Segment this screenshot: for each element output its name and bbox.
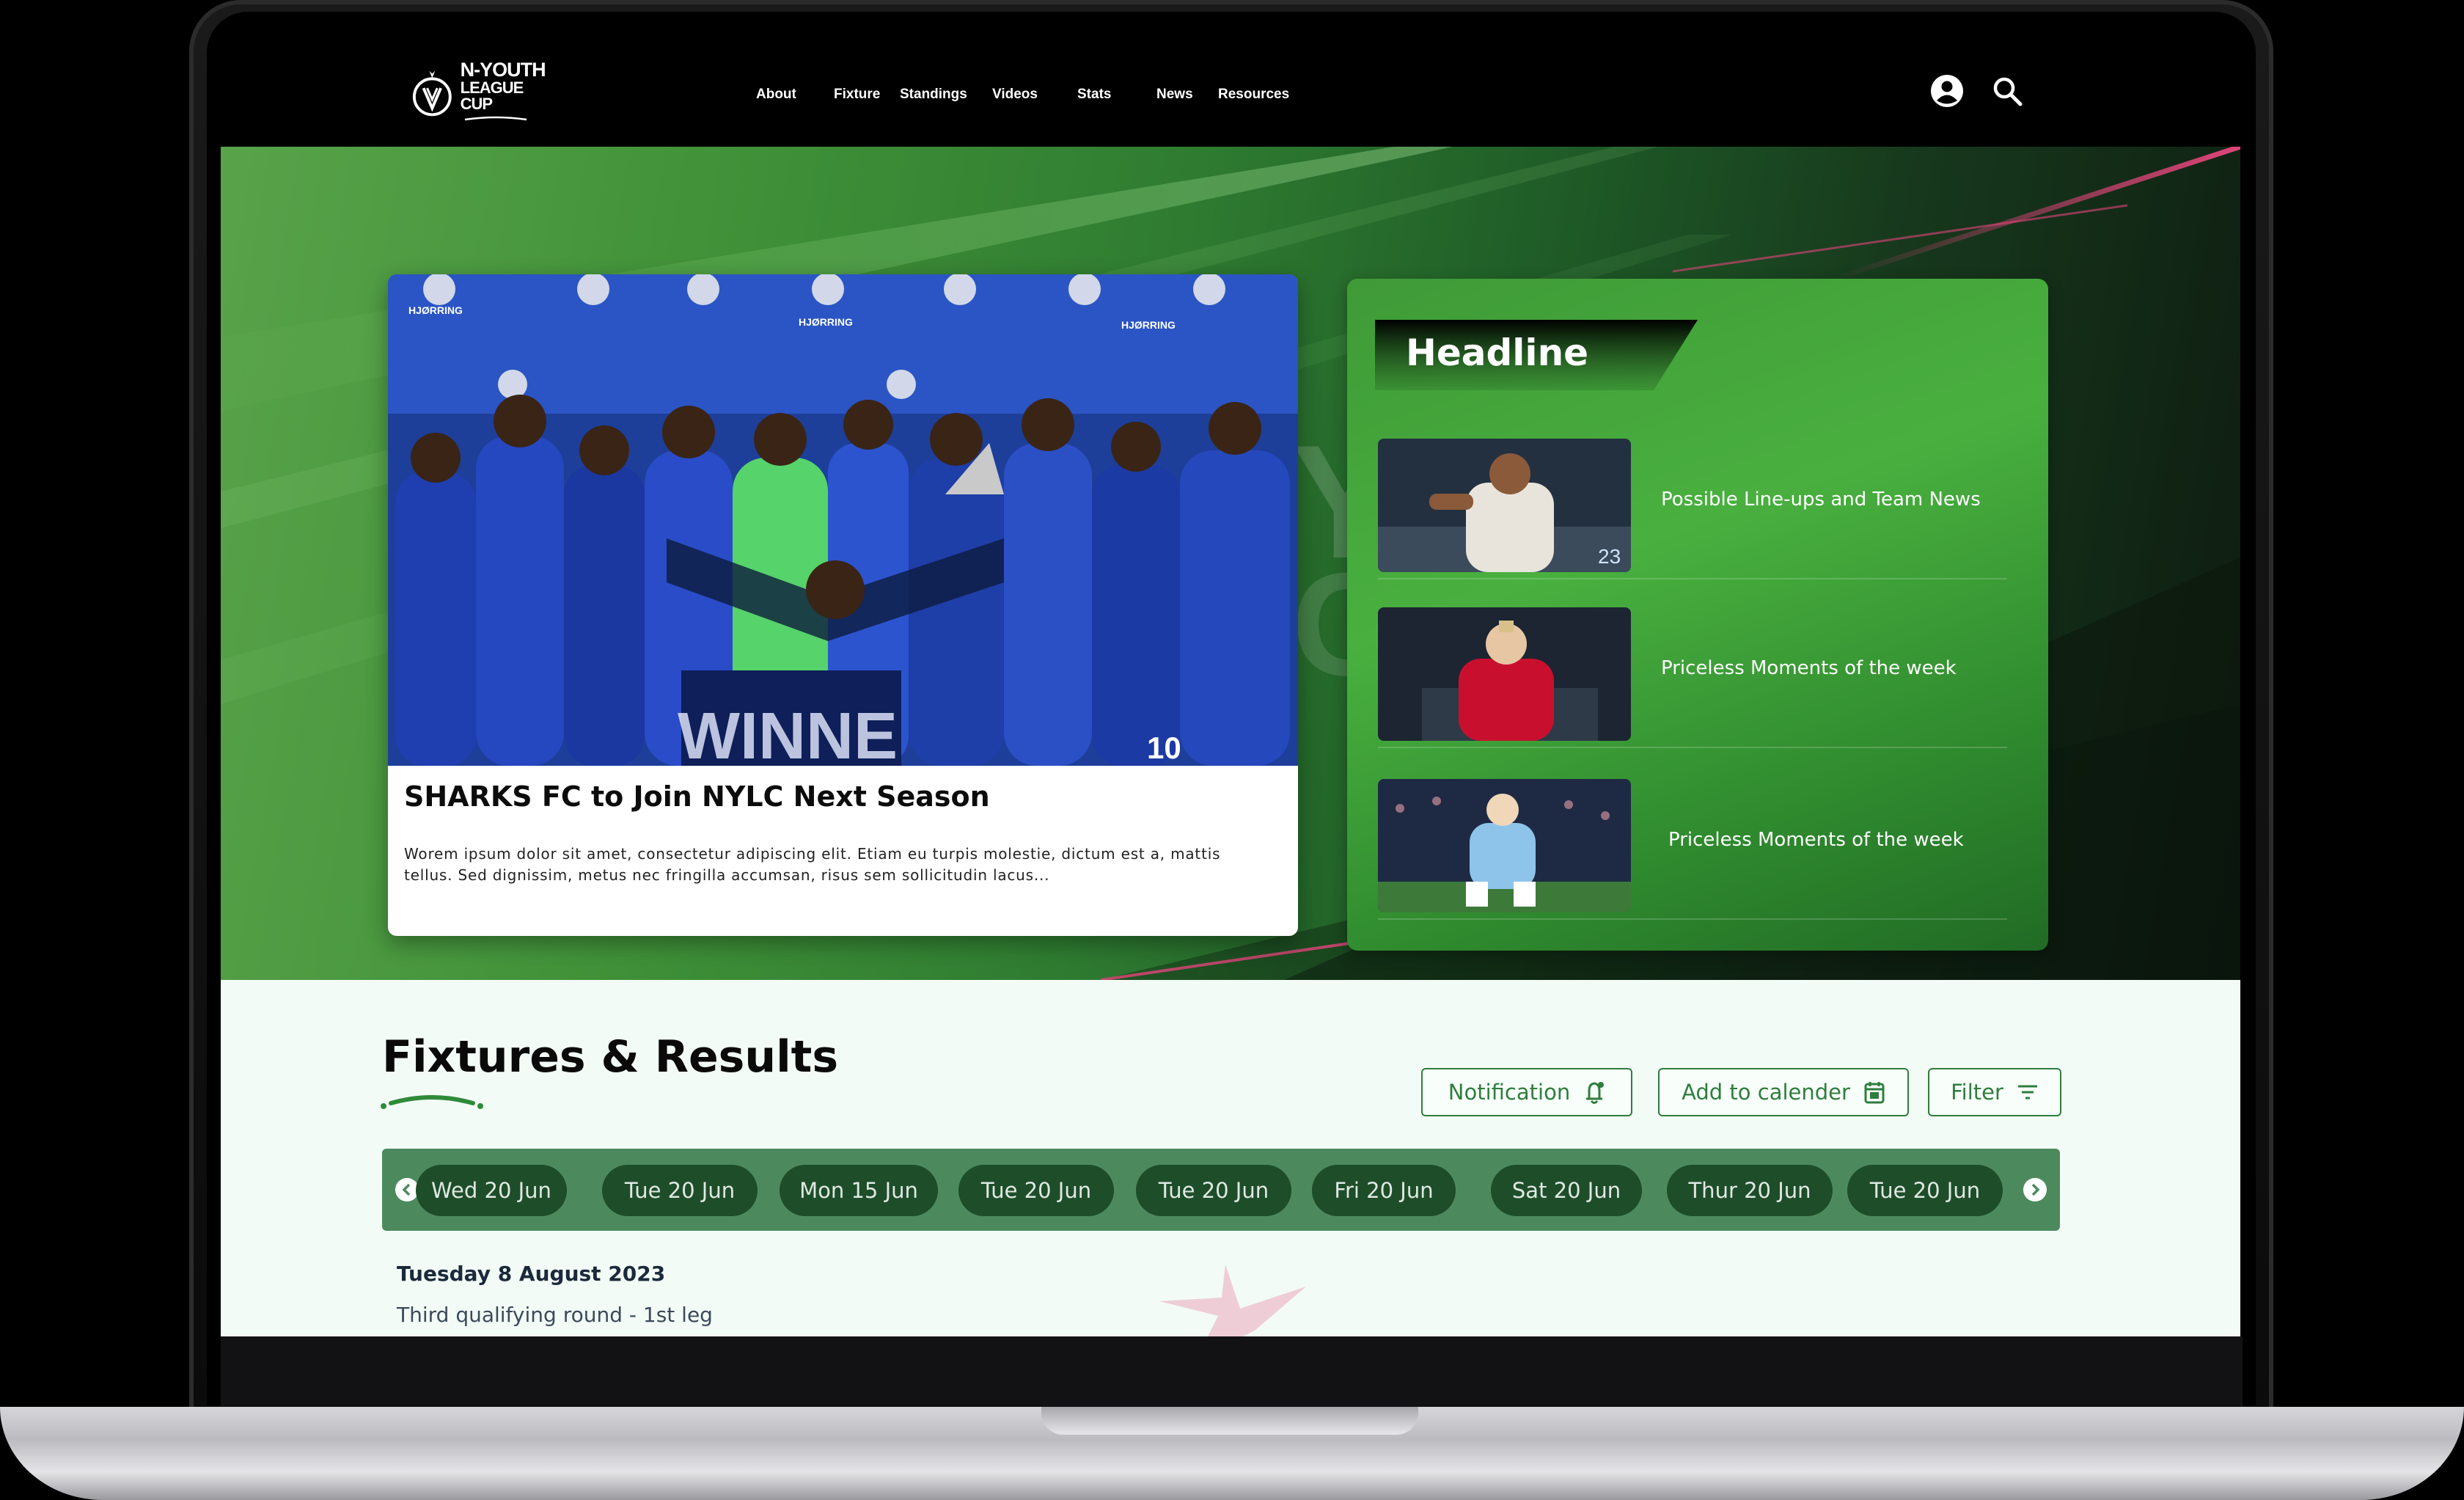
svg-text:WINNE: WINNE: [678, 700, 898, 766]
nav-stats[interactable]: Stats: [1077, 87, 1111, 103]
headline-item-title[interactable]: Possible Line-ups and Team News: [1661, 489, 1981, 511]
headline-item-title[interactable]: Priceless Moments of the week: [1661, 657, 1957, 679]
featured-news-title[interactable]: SHARKS FC to Join NYLC Next Season: [404, 780, 990, 813]
filter-button-label: Filter: [1951, 1080, 2003, 1105]
nav-about[interactable]: About: [756, 87, 796, 103]
date-tab[interactable]: Tue 20 Jun: [1136, 1165, 1291, 1216]
hero-section: Y G HJØRRING HJØRRING HJØRRING: [221, 147, 2240, 980]
svg-text:HJØRRING: HJØRRING: [799, 316, 853, 328]
date-tab[interactable]: Tue 20 Jun: [1847, 1165, 2003, 1216]
laptop-notch: [1041, 1407, 1418, 1435]
chevron-right-icon[interactable]: [2023, 1178, 2047, 1201]
date-tab[interactable]: Tue 20 Jun: [602, 1165, 758, 1216]
news-thumbnail: [1378, 779, 1631, 912]
filter-icon: [2017, 1085, 2037, 1100]
headline-heading: Headline: [1406, 332, 1589, 374]
svg-text:23: 23: [1598, 545, 1621, 568]
logo-wordmark: N-YOUTH LEAGUE CUP: [461, 59, 557, 124]
date-selector: Wed 20 Jun Tue 20 Jun Mon 15 Jun Tue 20 …: [382, 1149, 2060, 1231]
svg-text:HJØRRING: HJØRRING: [408, 304, 463, 316]
title-underline-graphic: [381, 1095, 483, 1109]
browser-screen: N-YOUTH LEAGUE CUP About Fixture Standin…: [221, 22, 2240, 1336]
divider: [1378, 918, 2007, 920]
divider: [1378, 578, 2007, 579]
laptop-chin: [221, 1336, 2243, 1407]
fixture-round-label: Third qualifying round - 1st leg: [397, 1303, 713, 1327]
user-circle-icon[interactable]: [1929, 73, 1965, 109]
add-to-calendar-label: Add to calender: [1682, 1080, 1850, 1105]
search-icon[interactable]: [1990, 73, 2025, 109]
add-to-calendar-button[interactable]: Add to calender: [1658, 1068, 1909, 1116]
headline-panel: Headline 23 Possible Line-ups and Team N…: [1347, 279, 2048, 951]
logo-swoosh: [464, 116, 527, 120]
notification-button-label: Notification: [1448, 1080, 1571, 1105]
date-tab[interactable]: Thur 20 Jun: [1667, 1165, 1833, 1216]
calendar-icon: [1864, 1082, 1885, 1104]
nav-resources[interactable]: Resources: [1218, 87, 1289, 103]
date-tab[interactable]: Mon 15 Jun: [780, 1165, 938, 1216]
date-tab[interactable]: Sat 20 Jun: [1491, 1165, 1642, 1216]
divider: [1378, 747, 2007, 748]
filter-button[interactable]: Filter: [1928, 1068, 2061, 1116]
team-celebration-photo: HJØRRING HJØRRING HJØRRING WINNE 10: [388, 274, 1298, 766]
date-tab[interactable]: Tue 20 Jun: [958, 1165, 1114, 1216]
news-thumbnail: [1378, 607, 1631, 741]
featured-news-card[interactable]: HJØRRING HJØRRING HJØRRING WINNE 10 SHAR…: [388, 274, 1298, 936]
svg-text:10: 10: [1147, 731, 1181, 765]
top-navigation: N-YOUTH LEAGUE CUP About Fixture Standin…: [221, 22, 2240, 147]
headline-item-title[interactable]: Priceless Moments of the week: [1668, 829, 1964, 851]
nav-fixture[interactable]: Fixture: [834, 87, 880, 103]
star-swoosh-decoration: [1159, 1265, 1306, 1336]
fixtures-title: Fixtures & Results: [382, 1031, 839, 1083]
headline-item[interactable]: 23 Possible Line-ups and Team News: [1378, 425, 2007, 579]
nav-videos[interactable]: Videos: [992, 87, 1038, 103]
nav-news[interactable]: News: [1156, 87, 1193, 103]
nav-standings[interactable]: Standings: [900, 87, 967, 103]
news-thumbnail: 23: [1378, 439, 1631, 572]
featured-news-excerpt: Worem ipsum dolor sit amet, consectetur …: [404, 845, 1221, 884]
notification-button[interactable]: Notification: [1421, 1068, 1632, 1116]
svg-text:HJØRRING: HJØRRING: [1121, 319, 1176, 331]
date-tab[interactable]: Wed 20 Jun: [416, 1165, 567, 1216]
headline-item[interactable]: Priceless Moments of the week: [1378, 594, 2007, 748]
site-logo[interactable]: N-YOUTH LEAGUE CUP: [410, 59, 557, 125]
date-tab[interactable]: Fri 20 Jun: [1312, 1165, 1456, 1216]
fixture-date-heading: Tuesday 8 August 2023: [397, 1262, 666, 1286]
fixtures-section: Fixtures & Results Notification Add to c…: [221, 980, 2240, 1336]
league-emblem-icon: [412, 70, 452, 117]
bell-icon: [1586, 1082, 1605, 1104]
headline-item[interactable]: Priceless Moments of the week: [1378, 766, 2007, 920]
